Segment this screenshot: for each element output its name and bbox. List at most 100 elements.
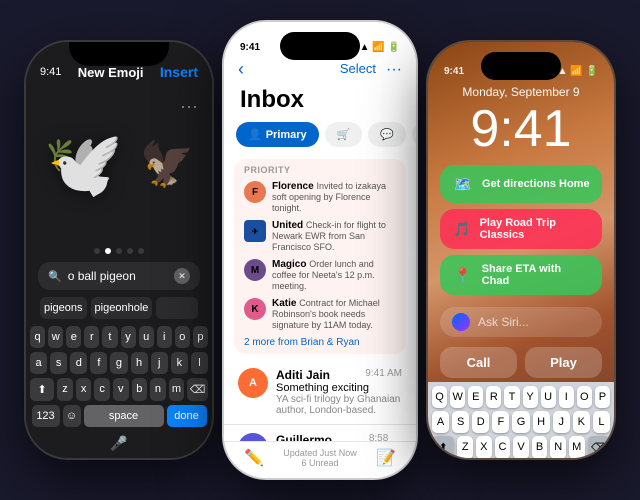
call-button[interactable]: Call xyxy=(440,347,517,378)
lkey-s[interactable]: S xyxy=(452,411,469,433)
clear-search-button[interactable]: ✕ xyxy=(174,268,190,284)
lkey-h[interactable]: H xyxy=(533,411,550,433)
lkey-shift[interactable]: ⬆ xyxy=(432,436,455,459)
lkey-d[interactable]: D xyxy=(472,411,489,433)
emoji-dove[interactable]: 🕊️ xyxy=(44,127,124,202)
lkey-c[interactable]: C xyxy=(495,436,511,459)
key-w[interactable]: w xyxy=(48,326,63,348)
lkb-row-1: Q W E R T Y U I O P xyxy=(432,386,610,408)
lkey-a[interactable]: A xyxy=(432,411,449,433)
key-emoji[interactable]: ☺ xyxy=(63,405,81,427)
tab-shopping[interactable]: 🛒 xyxy=(325,122,363,147)
lkey-o[interactable]: O xyxy=(577,386,592,408)
key-b[interactable]: b xyxy=(132,378,148,401)
key-z[interactable]: z xyxy=(57,378,73,401)
lkey-w[interactable]: W xyxy=(450,386,465,408)
lkey-g[interactable]: G xyxy=(512,411,529,433)
key-j[interactable]: j xyxy=(151,352,168,374)
key-l[interactable]: l xyxy=(191,352,208,374)
key-x[interactable]: x xyxy=(76,378,92,401)
priority-item-florence[interactable]: F Florence Invited to izakaya soft openi… xyxy=(244,181,396,214)
lkey-u[interactable]: U xyxy=(541,386,556,408)
key-q[interactable]: q xyxy=(30,326,45,348)
lkey-y[interactable]: Y xyxy=(523,386,538,408)
lkey-t[interactable]: T xyxy=(504,386,519,408)
more-dots-icon[interactable]: ··· xyxy=(180,96,198,117)
pred-item-1[interactable]: pigeons xyxy=(40,297,87,319)
new-email-icon[interactable]: 📝 xyxy=(376,448,396,468)
lkey-p[interactable]: P xyxy=(595,386,610,408)
la-music[interactable]: 🎵 Play Road Trip Classics xyxy=(440,209,602,249)
emoji-search-input[interactable] xyxy=(68,269,168,283)
key-s[interactable]: s xyxy=(50,352,67,374)
lkey-b[interactable]: B xyxy=(532,436,548,459)
siri-bar[interactable]: Ask Siri... xyxy=(440,307,602,337)
key-f[interactable]: f xyxy=(90,352,107,374)
lkey-i[interactable]: I xyxy=(559,386,574,408)
lkey-l[interactable]: L xyxy=(593,411,610,433)
priority-item-united[interactable]: ✈ United Check-in for flight to Newark E… xyxy=(244,220,396,253)
key-n[interactable]: n xyxy=(150,378,166,401)
priority-item-magico[interactable]: M Magico Order lunch and coffee for Neet… xyxy=(244,259,396,292)
tab-social[interactable]: 💬 xyxy=(368,122,406,147)
compose-icon[interactable]: ✏️ xyxy=(244,448,264,468)
priority-item-katie[interactable]: K Katie Contract for Michael Robinson's … xyxy=(244,298,396,331)
lkey-x[interactable]: X xyxy=(476,436,492,459)
key-u[interactable]: u xyxy=(139,326,154,348)
key-i[interactable]: i xyxy=(157,326,172,348)
email-details-guillermo: Guillermo Castillo 8:58 AM Check-in Next… xyxy=(276,433,402,441)
lkey-z[interactable]: Z xyxy=(457,436,473,459)
emoji-search-bar[interactable]: 🔍 ✕ xyxy=(38,262,200,290)
key-t[interactable]: t xyxy=(102,326,117,348)
key-123[interactable]: 123 xyxy=(32,405,60,427)
key-o[interactable]: o xyxy=(175,326,190,348)
lkey-del[interactable]: ⌫ xyxy=(588,436,611,459)
email-item-aditi[interactable]: A Aditi Jain 9:41 AM Something exciting … xyxy=(224,360,416,425)
email-details-aditi: Aditi Jain 9:41 AM Something exciting YA… xyxy=(276,368,402,416)
update-status: Updated Just Now 6 Unread xyxy=(264,448,376,468)
key-r[interactable]: r xyxy=(84,326,99,348)
lkey-n[interactable]: N xyxy=(550,436,566,459)
key-v[interactable]: v xyxy=(113,378,129,401)
more-options-button[interactable]: ··· xyxy=(386,61,402,79)
emoji-eagle[interactable]: 🦅 xyxy=(139,138,194,190)
pred-item-3[interactable] xyxy=(156,297,198,319)
lkey-e[interactable]: E xyxy=(468,386,483,408)
lkey-v[interactable]: V xyxy=(513,436,529,459)
key-delete[interactable]: ⌫ xyxy=(187,378,208,401)
key-d[interactable]: d xyxy=(70,352,87,374)
lkey-f[interactable]: F xyxy=(492,411,509,433)
la-directions[interactable]: 🗺️ Get directions Home xyxy=(440,165,602,203)
dynamic-island-3 xyxy=(481,52,561,80)
key-a[interactable]: a xyxy=(30,352,47,374)
lock-clock: 9:41 xyxy=(428,101,614,165)
key-e[interactable]: e xyxy=(66,326,81,348)
more-link[interactable]: 2 more from Brian & Ryan xyxy=(244,337,396,348)
tab-primary[interactable]: 👤 Primary xyxy=(236,122,319,147)
play-button[interactable]: Play xyxy=(525,347,602,378)
tab-promotions[interactable]: 📢 xyxy=(412,122,418,147)
select-button[interactable]: Select xyxy=(340,61,376,79)
back-button[interactable]: ‹ xyxy=(238,59,244,80)
key-k[interactable]: k xyxy=(171,352,188,374)
key-p[interactable]: p xyxy=(193,326,208,348)
la-eta[interactable]: 📍 Share ETA with Chad xyxy=(440,255,602,295)
key-g[interactable]: g xyxy=(110,352,127,374)
email-item-guillermo[interactable]: G Guillermo Castillo 8:58 AM Check-in Ne… xyxy=(224,425,416,441)
la-directions-label: Get directions Home xyxy=(482,178,590,190)
priority-text-united: United Check-in for flight to Newark EWR… xyxy=(272,220,396,253)
key-c[interactable]: c xyxy=(94,378,110,401)
key-shift[interactable]: ⬆ xyxy=(30,378,54,401)
key-space[interactable]: space xyxy=(84,405,164,427)
pred-item-2[interactable]: pigeonhole xyxy=(91,297,153,319)
lkey-m[interactable]: M xyxy=(569,436,585,459)
lkey-j[interactable]: J xyxy=(553,411,570,433)
lkey-k[interactable]: K xyxy=(573,411,590,433)
key-y[interactable]: y xyxy=(121,326,136,348)
lkey-q[interactable]: Q xyxy=(432,386,447,408)
key-m[interactable]: m xyxy=(169,378,185,401)
key-done[interactable]: done xyxy=(167,405,207,427)
mic-icon[interactable]: 🎤 xyxy=(110,435,127,452)
lkey-r[interactable]: R xyxy=(486,386,501,408)
key-h[interactable]: h xyxy=(131,352,148,374)
